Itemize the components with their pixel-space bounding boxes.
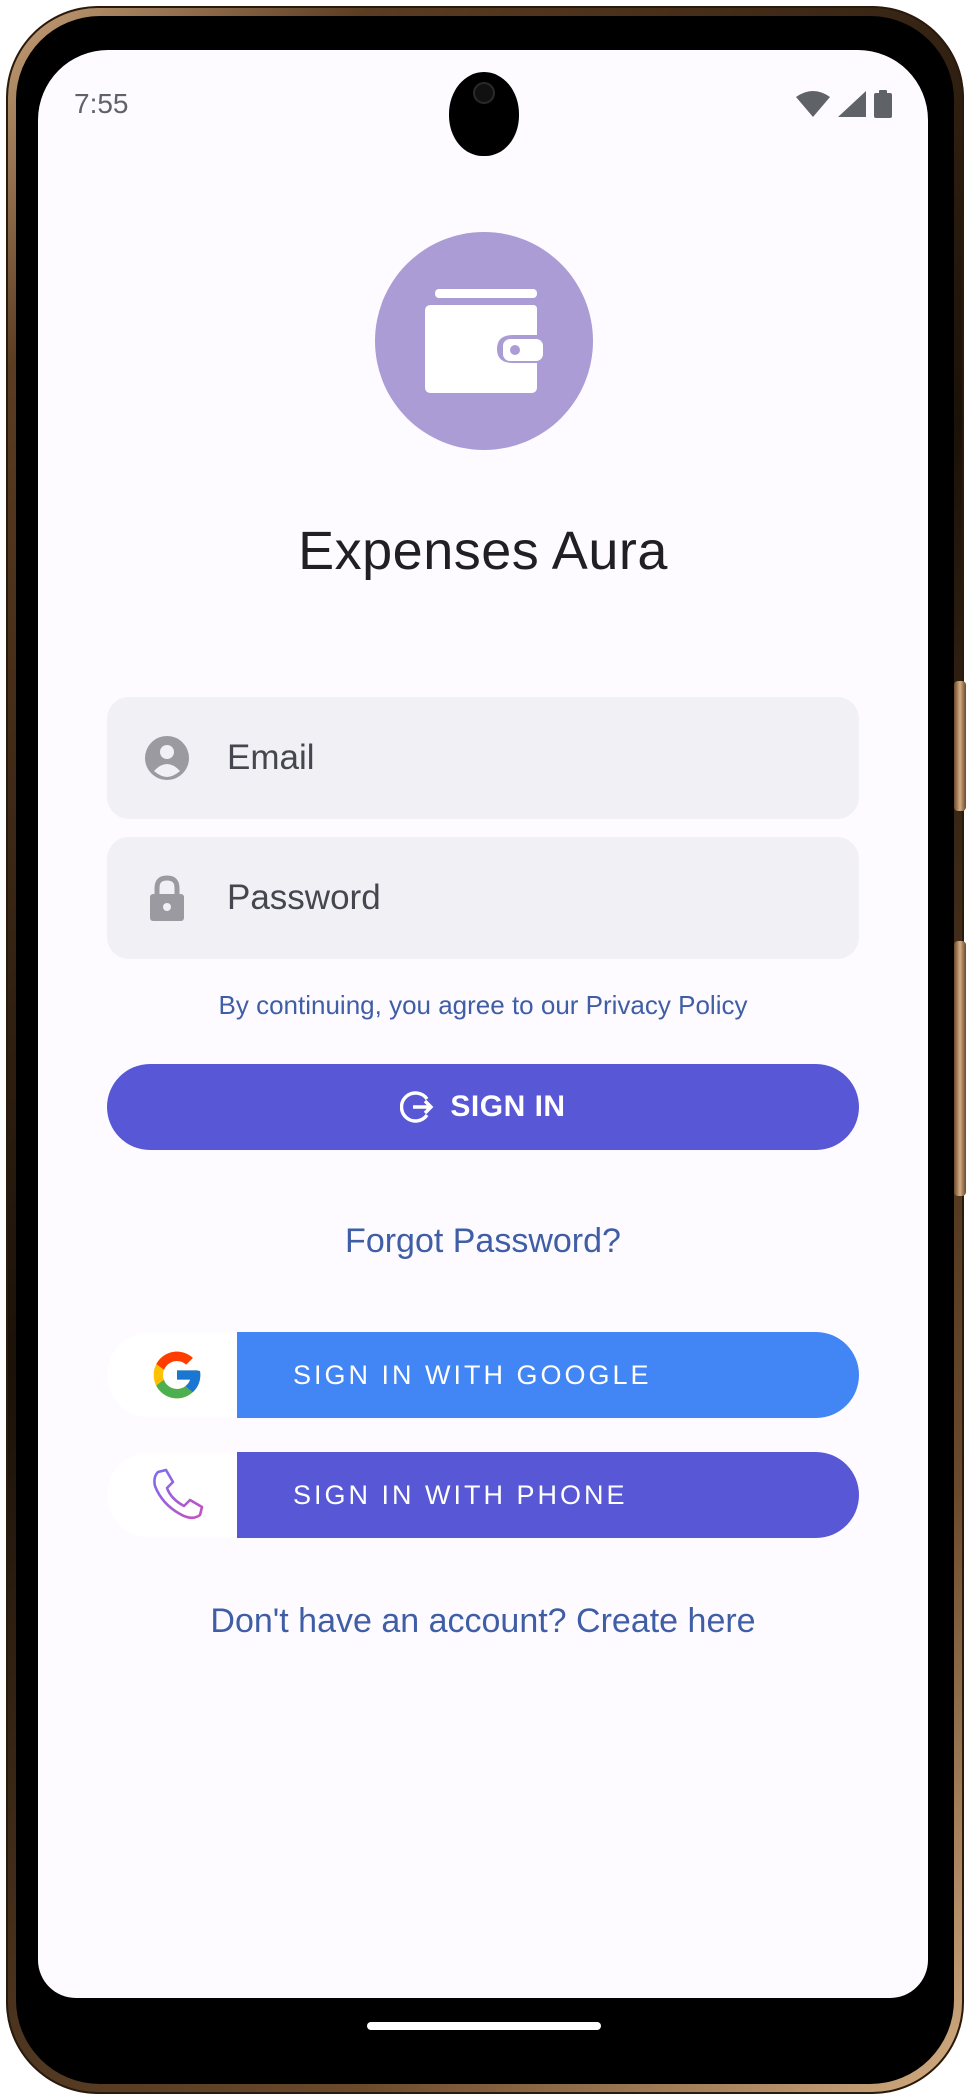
signal-icon [838, 91, 866, 117]
app-screen: 7:55 Expenses Aura Email By continuing, … [38, 50, 928, 1998]
status-icons [796, 90, 892, 118]
google-label-cell: SIGN IN WITH GOOGLE [237, 1332, 859, 1418]
phone-sign-in-label: SIGN IN WITH PHONE [293, 1479, 628, 1510]
sign-in-button[interactable]: SIGN IN [107, 1064, 859, 1150]
battery-icon [874, 90, 892, 118]
app-logo [375, 232, 593, 450]
phone-icon-cell [107, 1452, 247, 1538]
password-input[interactable] [225, 877, 789, 919]
google-sign-in-button[interactable]: SIGN IN WITH GOOGLE [107, 1332, 859, 1418]
password-field[interactable] [107, 837, 859, 959]
person-icon [145, 736, 189, 780]
side-button-volume [954, 941, 966, 1196]
status-bar: 7:55 [38, 50, 928, 160]
privacy-policy-link[interactable]: By continuing, you agree to our Privacy … [38, 990, 928, 1021]
email-field[interactable] [107, 697, 859, 819]
forgot-password-link[interactable]: Forgot Password? [38, 1222, 928, 1261]
phone-sign-in-button[interactable]: SIGN IN WITH PHONE [107, 1452, 859, 1538]
email-input[interactable] [225, 737, 789, 779]
login-icon [400, 1091, 434, 1123]
phone-label-cell: SIGN IN WITH PHONE [237, 1452, 859, 1538]
google-sign-in-label: SIGN IN WITH GOOGLE [293, 1359, 652, 1390]
google-icon [153, 1351, 201, 1399]
google-icon-cell [107, 1332, 247, 1418]
wallet-icon [425, 289, 543, 393]
phone-icon [153, 1468, 204, 1520]
status-time: 7:55 [74, 88, 129, 119]
home-indicator[interactable] [367, 2022, 601, 2030]
front-camera [449, 72, 519, 156]
sign-in-label: SIGN IN [450, 1090, 566, 1123]
wifi-icon [796, 91, 830, 117]
lock-icon [145, 875, 189, 921]
side-button-power [954, 681, 966, 811]
create-account-link[interactable]: Don't have an account? Create here [38, 1602, 928, 1641]
app-title: Expenses Aura [298, 521, 668, 581]
